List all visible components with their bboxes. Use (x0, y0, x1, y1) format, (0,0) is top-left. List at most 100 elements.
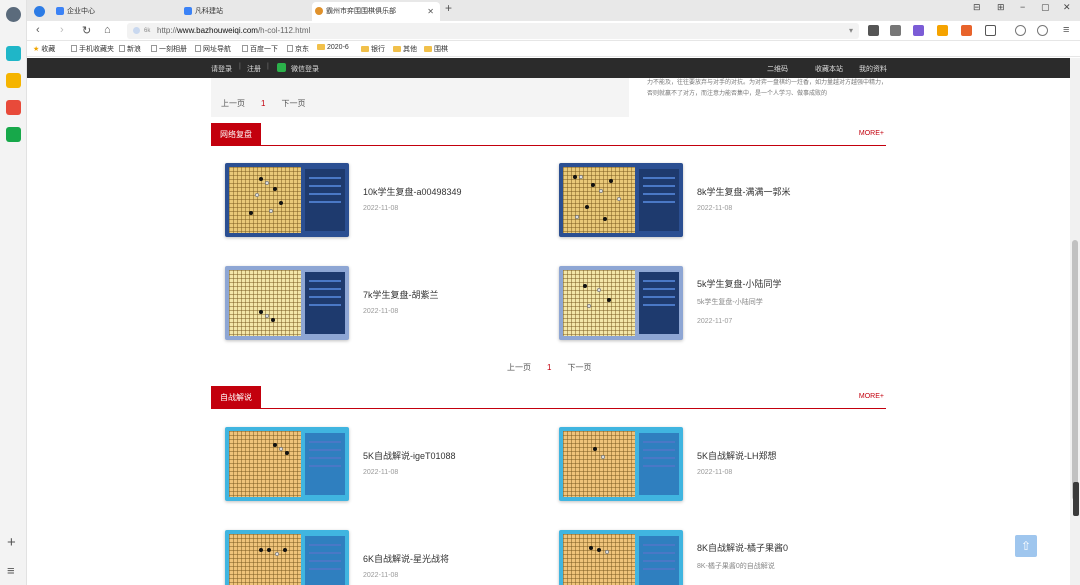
page-scrollbar[interactable] (1070, 58, 1080, 585)
scissors-icon[interactable] (890, 25, 901, 36)
game-thumbnail[interactable] (559, 427, 683, 501)
qrcode-link[interactable]: 二维码 (767, 64, 788, 74)
bookmark-folder[interactable]: 银行 (361, 44, 385, 54)
page-icon (242, 45, 248, 52)
list-item[interactable]: 5k学生复盘-小陆同学 5k学生复盘-小陆同学 2022-11-07 (545, 266, 875, 340)
item-date: 2022-11-08 (363, 469, 399, 476)
close-tab-icon[interactable]: ✕ (427, 2, 434, 21)
game-thumbnail[interactable] (225, 163, 349, 237)
wechat-login-link[interactable]: 微信登录 (291, 64, 319, 74)
browser-logo-icon[interactable] (31, 2, 45, 21)
bookmark-folder[interactable]: 围棋 (424, 44, 448, 54)
item-title[interactable]: 10k学生复盘-a00498349 (363, 185, 462, 198)
user-avatar[interactable] (6, 7, 21, 22)
my-profile-link[interactable]: 我的资料 (859, 64, 887, 74)
new-tab-button[interactable]: + (445, 1, 452, 15)
current-page[interactable]: 1 (261, 99, 265, 108)
folder-app-icon[interactable] (6, 127, 21, 142)
reader-icon[interactable] (868, 25, 879, 36)
list-item[interactable]: 5K自战解说-LH郑想 2022-11-08 (545, 427, 875, 501)
close-window-button[interactable]: ✕ (1063, 2, 1071, 13)
undo-icon[interactable] (1037, 25, 1048, 36)
game-thumbnail[interactable] (559, 530, 683, 585)
list-item[interactable]: 10k学生复盘-a00498349 2022-11-08 (211, 163, 541, 237)
home-button[interactable]: ⌂ (104, 24, 111, 36)
bookmark-item[interactable]: 新浪 (119, 44, 141, 54)
tab-strip: 企业中心 凡科建站 霸州市弈围围棋俱乐部 ✕ + ⊟ ⊞ − ▢ ✕ (27, 0, 1080, 21)
prev-page-link[interactable]: 上一页 (221, 99, 245, 108)
bookmark-favorites[interactable]: ★ 收藏 (33, 44, 55, 54)
main-menu-icon[interactable]: ≡ (1063, 24, 1069, 36)
menu-icon[interactable]: ≡ (7, 563, 15, 578)
current-page[interactable]: 1 (547, 363, 551, 372)
item-title[interactable]: 8k学生复盘-满满一郭米 (697, 185, 791, 198)
maximize-button[interactable]: ▢ (1041, 2, 1050, 13)
back-button[interactable]: ‹ (36, 24, 40, 36)
window-menu-icon[interactable]: ⊟ (973, 2, 981, 13)
item-title[interactable]: 8K自战解说-橘子果酱0 (697, 541, 788, 554)
item-date: 2022-11-08 (363, 205, 399, 212)
navigation-bar: ‹ › ↻ ⌂ 6k http://www.bazhouweiqi.com/h-… (27, 21, 1080, 41)
section-title[interactable]: 自战解说 (211, 386, 261, 409)
item-title[interactable]: 5K自战解说-igeT01088 (363, 449, 456, 462)
address-bar[interactable]: 6k http://www.bazhouweiqi.com/h-col-112.… (127, 23, 859, 39)
refresh-button[interactable]: ↻ (82, 24, 91, 37)
item-title[interactable]: 5K自战解说-LH郑想 (697, 449, 777, 462)
side-panel-tab[interactable] (1073, 482, 1079, 516)
minimize-button[interactable]: − (1020, 2, 1025, 12)
bookmark-item[interactable]: 百度一下 (242, 44, 278, 54)
tab-active-site[interactable]: 霸州市弈围围棋俱乐部 ✕ (312, 2, 440, 21)
game-thumbnail[interactable] (559, 266, 683, 340)
security-icon (133, 27, 140, 34)
game-thumbnail[interactable] (225, 530, 349, 585)
bookmark-folder[interactable]: 其他 (393, 44, 417, 54)
item-title[interactable]: 5k学生复盘-小陆同学 (697, 277, 782, 290)
list-item[interactable]: 5K自战解说-igeT01088 2022-11-08 (211, 427, 541, 501)
page-content: 上一页 1 下一页 力不能及，往往要放弃与对手的对抗。为对弈一盘棋约一炷香，如力量越… (27, 78, 1070, 585)
window-skin-icon[interactable]: ⊞ (997, 2, 1005, 13)
login-link[interactable]: 请登录 (211, 64, 232, 74)
item-date: 2022-11-07 (697, 318, 733, 325)
page-icon (287, 45, 293, 52)
game-icon[interactable] (961, 25, 972, 36)
scrollbar-thumb[interactable] (1072, 240, 1078, 500)
bookmark-item[interactable]: 京东 (287, 44, 309, 54)
next-page-link[interactable]: 下一页 (281, 99, 305, 108)
item-title[interactable]: 7k学生复盘-胡紫兰 (363, 288, 439, 301)
weibo-icon[interactable] (6, 100, 21, 115)
more-link[interactable]: MORE+ (859, 393, 884, 400)
note-icon[interactable] (913, 25, 924, 36)
bookmark-item[interactable]: 网址导航 (195, 44, 231, 54)
item-title[interactable]: 6K自战解说-星光战将 (363, 552, 449, 565)
back-to-top-button[interactable]: ⇧ (1015, 535, 1037, 557)
favorites-star-icon[interactable] (6, 73, 21, 88)
pagination-review: 上一页 1 下一页 (507, 362, 591, 373)
app-sidebar: + ≡ (0, 0, 27, 585)
game-thumbnail[interactable] (559, 163, 683, 237)
more-link[interactable]: MORE+ (859, 130, 884, 137)
app-icon-assistant[interactable] (6, 46, 21, 61)
next-page-link[interactable]: 下一页 (567, 363, 591, 372)
page-icon (151, 45, 157, 52)
game-thumbnail[interactable] (225, 266, 349, 340)
bookmark-item[interactable]: 一刻相册 (151, 44, 187, 54)
grid-icon[interactable] (985, 25, 996, 36)
list-item[interactable]: 6K自战解说-星光战将 2022-11-08 (211, 530, 541, 585)
tab-fkw[interactable]: 凡科建站 (181, 2, 301, 21)
add-app-icon[interactable]: + (7, 534, 16, 551)
section-title[interactable]: 网络复盘 (211, 123, 261, 146)
forward-button[interactable]: › (60, 24, 64, 36)
register-link[interactable]: 注册 (247, 64, 261, 74)
brightness-icon[interactable] (1015, 25, 1026, 36)
list-item[interactable]: 8k学生复盘-满满一郭米 2022-11-08 (545, 163, 875, 237)
bookmark-folder[interactable]: 2020-6 (317, 44, 349, 51)
prev-page-link[interactable]: 上一页 (507, 363, 531, 372)
shield-icon[interactable] (937, 25, 948, 36)
tab-enterprise-center[interactable]: 企业中心 (53, 2, 173, 21)
list-item[interactable]: 7k学生复盘-胡紫兰 2022-11-08 (211, 266, 541, 340)
game-thumbnail[interactable] (225, 427, 349, 501)
dropdown-icon[interactable]: ▾ (849, 23, 853, 39)
list-item[interactable]: 8K自战解说-橘子果酱0 8K-橘子果酱0的自战解说 (545, 530, 875, 585)
favorite-site-link[interactable]: 收藏本站 (815, 64, 843, 74)
bookmark-item[interactable]: 手机收藏夹 (71, 44, 114, 54)
